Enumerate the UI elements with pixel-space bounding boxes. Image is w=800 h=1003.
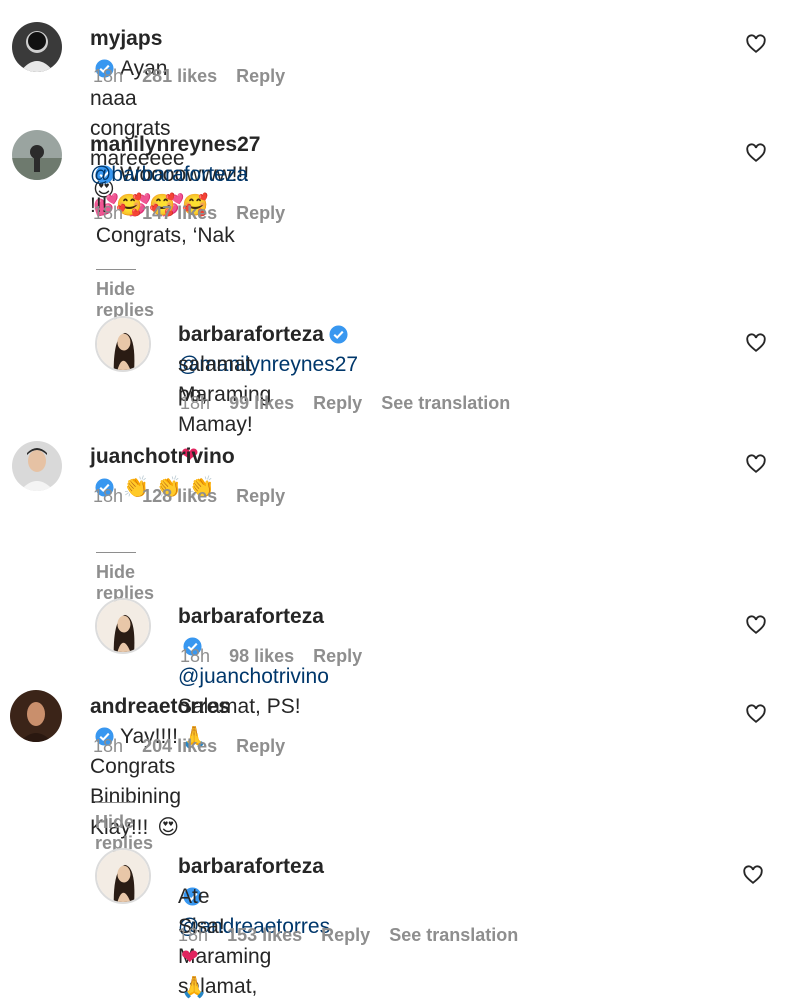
avatar[interactable] — [12, 22, 62, 72]
divider-line — [96, 551, 136, 553]
mention-link[interactable]: @barbaraforteza — [90, 163, 248, 186]
like-heart-icon[interactable] — [745, 332, 767, 354]
heart-and-folded-hands-emoji: ❤ 🙏 — [181, 945, 208, 999]
comment-time: 18h — [93, 486, 124, 506]
reply-username[interactable]: barbaraforteza — [178, 855, 324, 878]
reply-button[interactable]: Reply — [236, 736, 285, 756]
comment-text: Congrats, ‘Nak — [95, 224, 235, 247]
reply-time: 18h — [180, 646, 211, 666]
comment-time: 18h — [93, 736, 124, 756]
see-translation-button[interactable]: See translation — [381, 393, 510, 413]
reply-time: 18h — [178, 925, 209, 945]
likes-count[interactable]: 147 likes — [142, 203, 217, 223]
reply-username[interactable]: barbaraforteza — [178, 323, 324, 346]
reply-avatar[interactable] — [95, 848, 151, 904]
reply-button[interactable]: Reply — [321, 925, 370, 945]
divider-line — [95, 801, 135, 803]
comment-username[interactable]: andreaetorres — [90, 695, 230, 718]
see-translation-button[interactable]: See translation — [389, 925, 518, 945]
like-heart-icon[interactable] — [745, 33, 767, 55]
avatar[interactable] — [12, 130, 62, 180]
reply-username[interactable]: barbaraforteza — [178, 605, 324, 628]
reply-button[interactable]: Reply — [236, 66, 285, 86]
reply-time: 18h — [180, 393, 211, 413]
comment-username[interactable]: manilynreynes27 — [90, 133, 260, 156]
likes-count[interactable]: 153 likes — [227, 925, 302, 945]
comment-time: 18h — [93, 66, 124, 86]
like-heart-icon[interactable] — [745, 703, 767, 725]
reply-button[interactable]: Reply — [313, 393, 362, 413]
like-heart-icon[interactable] — [745, 142, 767, 164]
reply-button[interactable]: Reply — [236, 203, 285, 223]
likes-count[interactable]: 204 likes — [142, 736, 217, 756]
likes-count[interactable]: 128 likes — [142, 486, 217, 506]
mention-link[interactable]: @juanchotrivino — [178, 665, 329, 688]
hide-replies-label: Hide replies — [96, 279, 155, 320]
hide-replies-label: Hide replies — [95, 812, 154, 853]
hide-replies-button[interactable]: Hide replies — [96, 258, 162, 321]
divider-line — [96, 268, 136, 270]
likes-count[interactable]: 98 likes — [229, 646, 294, 666]
likes-count[interactable]: 99 likes — [229, 393, 294, 413]
like-heart-icon[interactable] — [742, 864, 764, 886]
likes-count[interactable]: 281 likes — [142, 66, 217, 86]
reply-button[interactable]: Reply — [236, 486, 285, 506]
avatar[interactable] — [12, 441, 62, 491]
hide-replies-button[interactable]: Hide replies — [96, 541, 162, 604]
like-heart-icon[interactable] — [745, 614, 767, 636]
like-heart-icon[interactable] — [745, 453, 767, 475]
comment-time: 18h — [93, 203, 124, 223]
reply-avatar[interactable] — [95, 316, 151, 372]
avatar[interactable] — [10, 690, 62, 742]
verified-badge-icon — [329, 325, 348, 344]
comment-username[interactable]: myjaps — [90, 27, 162, 50]
hide-replies-button[interactable]: Hide replies — [95, 791, 161, 854]
comment-username[interactable]: juanchotrivino — [90, 445, 235, 468]
reply-avatar[interactable] — [95, 598, 151, 654]
reply-button[interactable]: Reply — [313, 646, 362, 666]
hide-replies-label: Hide replies — [96, 562, 155, 603]
